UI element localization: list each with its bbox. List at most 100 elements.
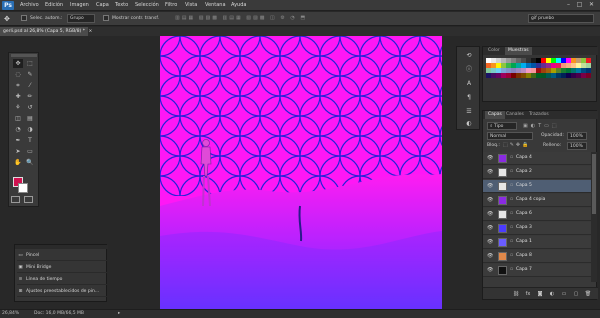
visibility-eye-icon[interactable]: 👁 — [487, 183, 493, 189]
clone-icon[interactable]: ⚘ — [13, 103, 23, 112]
swatch[interactable] — [551, 73, 556, 78]
group-icon[interactable]: ▭ — [559, 290, 569, 298]
swatch[interactable] — [496, 63, 501, 68]
swatch[interactable] — [521, 68, 526, 73]
history-panel-icon[interactable]: ⟲ — [463, 51, 475, 61]
paragraph-panel-icon[interactable]: ¶ — [463, 93, 475, 103]
menu-ventana[interactable]: Ventana — [205, 2, 226, 8]
layer-row[interactable]: 👁 ▫ Capa 4 — [483, 152, 591, 165]
swatch[interactable] — [581, 63, 586, 68]
maximize-button[interactable]: □ — [575, 1, 584, 9]
layer-thumbnail[interactable] — [498, 154, 507, 163]
swatch[interactable] — [556, 68, 561, 73]
swatch[interactable] — [561, 73, 566, 78]
visibility-eye-icon[interactable]: 👁 — [487, 169, 493, 175]
layer-thumbnail[interactable] — [498, 252, 507, 261]
swatch[interactable] — [556, 58, 561, 63]
swatch[interactable] — [521, 58, 526, 63]
swatch[interactable] — [541, 63, 546, 68]
layer-thumbnail[interactable] — [498, 266, 507, 275]
layer-row[interactable]: 👁 ▫ Capa 8 — [483, 250, 591, 263]
trash-icon[interactable]: 🗑 — [583, 290, 593, 298]
tab-capas[interactable]: Capas — [485, 111, 505, 119]
visibility-eye-icon[interactable]: 👁 — [487, 267, 493, 273]
swatch[interactable] — [531, 63, 536, 68]
tab-trazados[interactable]: Trazados — [526, 111, 552, 119]
swatch[interactable] — [541, 58, 546, 63]
layer-filter-dropdown[interactable]: ⌕ Tipo — [487, 122, 517, 130]
swatch[interactable] — [586, 58, 591, 63]
layer-filter-icons[interactable]: ▣◐T▭⬚ — [523, 123, 583, 129]
swatch[interactable] — [501, 63, 506, 68]
tab-canales[interactable]: Canales — [503, 111, 527, 119]
status-menu-arrow-icon[interactable]: ▸ — [118, 310, 120, 318]
swatch[interactable] — [546, 73, 551, 78]
tab-color[interactable]: Color — [485, 47, 503, 55]
swatch[interactable] — [531, 58, 536, 63]
document-tab[interactable]: gerli.psd al 26,8% (Capa 5, RGB/8) * × — [0, 27, 92, 36]
dodge-icon[interactable]: ◑ — [25, 125, 35, 134]
swatch[interactable] — [586, 73, 591, 78]
swatch[interactable] — [576, 58, 581, 63]
swatch[interactable] — [516, 63, 521, 68]
swatch[interactable] — [581, 58, 586, 63]
swatch[interactable] — [581, 73, 586, 78]
gradient-icon[interactable]: ▤ — [25, 114, 35, 123]
lock-icons[interactable]: ⬚✎✥🔒 — [503, 142, 537, 148]
layer-name[interactable]: Capa 8 — [516, 253, 532, 258]
swatch[interactable] — [511, 58, 516, 63]
swatch[interactable] — [491, 58, 496, 63]
swatch[interactable] — [486, 73, 491, 78]
swatch[interactable] — [546, 58, 551, 63]
menu-ayuda[interactable]: Ayuda — [231, 2, 246, 8]
info-panel-icon[interactable]: ⓘ — [463, 65, 475, 75]
swatch[interactable] — [496, 68, 501, 73]
blur-icon[interactable]: ◔ — [13, 125, 23, 134]
background-color-swatch[interactable] — [18, 183, 28, 193]
menu-archivo[interactable]: Archivo — [20, 2, 39, 8]
swatch[interactable] — [531, 68, 536, 73]
zoom-level[interactable]: 26,84% — [2, 310, 19, 318]
type-icon[interactable]: T — [25, 136, 35, 145]
menu-capa[interactable]: Capa — [96, 2, 109, 8]
lasso-icon[interactable]: ◌ — [13, 70, 23, 79]
swatch[interactable] — [571, 58, 576, 63]
swatch[interactable] — [571, 68, 576, 73]
pen-icon[interactable]: ✒ — [13, 136, 23, 145]
history-brush-icon[interactable]: ↺ — [25, 103, 35, 112]
swatch[interactable] — [486, 63, 491, 68]
swatch[interactable] — [581, 68, 586, 73]
swatch[interactable] — [506, 63, 511, 68]
panel-item-pincel[interactable]: ▭ Pincel — [17, 251, 107, 261]
swatch[interactable] — [516, 73, 521, 78]
blend-mode-dropdown[interactable]: Normal — [487, 132, 533, 140]
swatch[interactable] — [491, 63, 496, 68]
close-window-button[interactable]: ✕ — [587, 1, 596, 9]
layer-thumbnail[interactable] — [498, 168, 507, 177]
swatch[interactable] — [516, 58, 521, 63]
swatch[interactable] — [566, 68, 571, 73]
panel-grip[interactable] — [15, 245, 108, 249]
brush-icon[interactable]: ✏ — [25, 92, 35, 101]
swatch[interactable] — [561, 63, 566, 68]
swatch[interactable] — [576, 73, 581, 78]
panel-item-timeline[interactable]: ≡ Línea de tiempo — [17, 275, 107, 285]
layer-thumbnail[interactable] — [498, 182, 507, 191]
swatch[interactable] — [566, 58, 571, 63]
visibility-eye-icon[interactable]: 👁 — [487, 155, 493, 161]
layers-scrollbar[interactable] — [591, 152, 597, 282]
eraser-icon[interactable]: ◫ — [13, 114, 23, 123]
swatch[interactable] — [506, 73, 511, 78]
menu-edicion[interactable]: Edición — [45, 2, 63, 8]
layer-thumbnail[interactable] — [498, 196, 507, 205]
layer-name[interactable]: Capa 5 — [516, 183, 532, 188]
swatch[interactable] — [536, 68, 541, 73]
swatch[interactable] — [586, 63, 591, 68]
swatch[interactable] — [526, 68, 531, 73]
swatch[interactable] — [566, 63, 571, 68]
layer-row[interactable]: 👁 ▫ Capa 7 — [483, 264, 591, 277]
eyedropper-icon[interactable]: ⁄ — [25, 81, 35, 90]
swatch[interactable] — [561, 68, 566, 73]
quick-select-icon[interactable]: ✎ — [25, 70, 35, 79]
layer-thumbnail[interactable] — [498, 210, 507, 219]
